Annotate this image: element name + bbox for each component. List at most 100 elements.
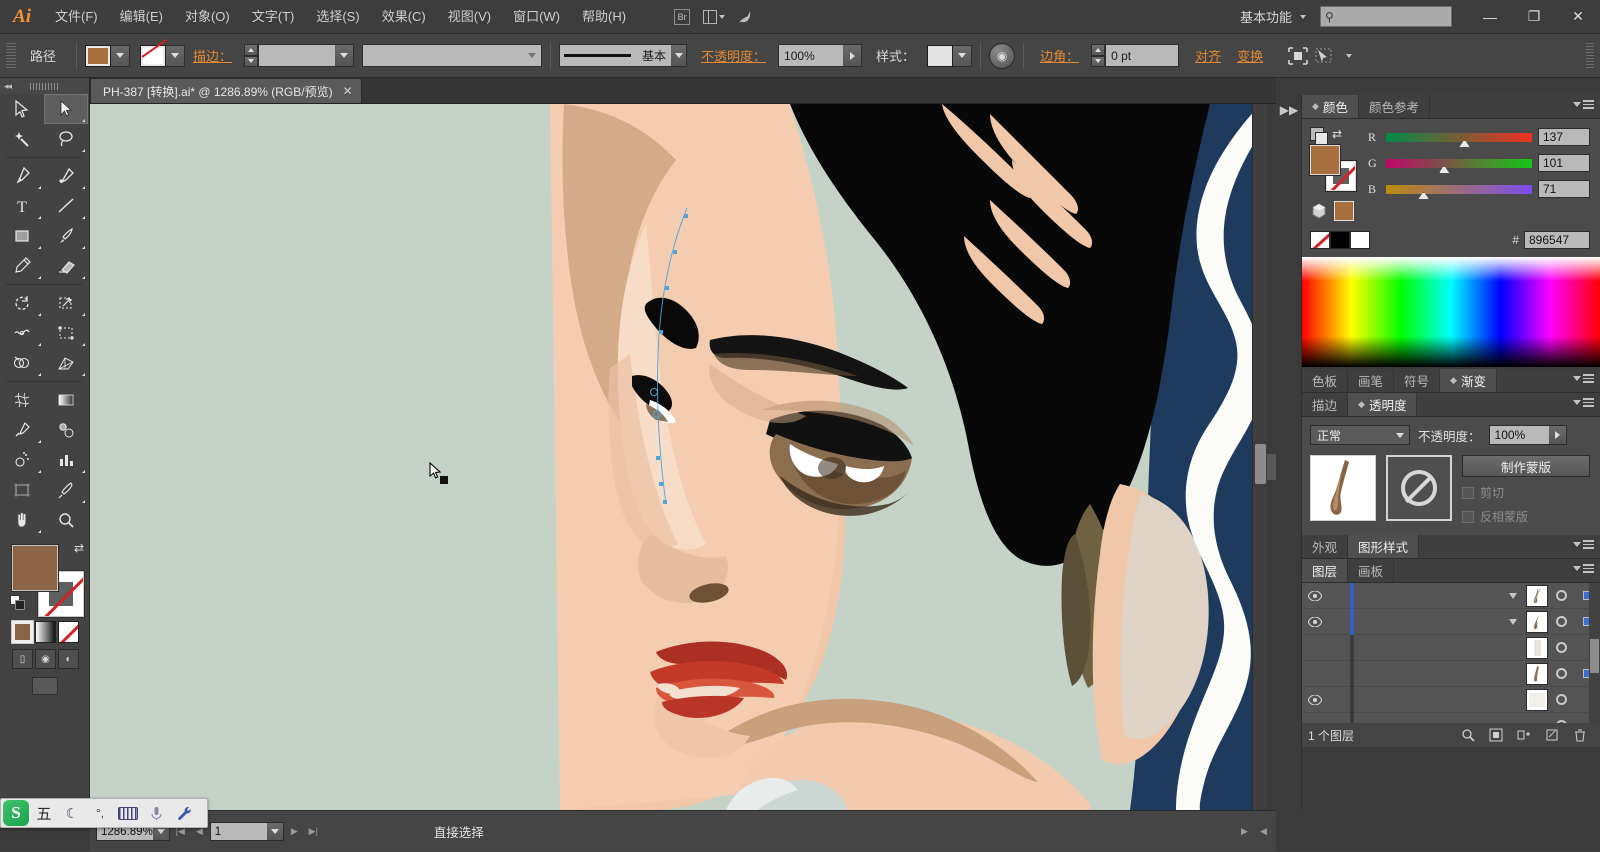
locate-object-icon[interactable]	[1454, 724, 1482, 746]
tab-graphic-styles[interactable]: 图形样式	[1348, 535, 1420, 558]
curvature-tool[interactable]	[44, 161, 88, 191]
tab-appearance[interactable]: 外观	[1302, 535, 1349, 558]
stepper-down[interactable]	[244, 55, 259, 67]
collapsed-panel-handle[interactable]	[1267, 454, 1276, 480]
search-input[interactable]: ⚲	[1320, 6, 1452, 27]
draw-mode-chevron-down-icon[interactable]	[1337, 46, 1359, 66]
gradient-button[interactable]	[35, 621, 57, 643]
stroke-dropdown-button[interactable]	[166, 44, 186, 67]
toolbox-icon[interactable]	[171, 800, 197, 826]
chevron-down-icon[interactable]	[335, 45, 354, 66]
panel-menu-icon[interactable]	[1573, 100, 1594, 109]
opacity-input[interactable]: 100%	[1488, 425, 1567, 445]
target-circle-icon[interactable]	[1548, 590, 1574, 601]
hand-tool[interactable]	[0, 505, 44, 535]
line-segment-tool[interactable]	[44, 191, 88, 221]
color-panel-fill-swatch[interactable]	[1309, 144, 1341, 176]
slider-r[interactable]: R 137	[1368, 127, 1590, 148]
tab-color[interactable]: ◆ 颜色	[1302, 95, 1359, 118]
chevron-down-icon[interactable]	[266, 823, 283, 840]
black-swatch[interactable]	[1330, 231, 1350, 249]
panel-menu-icon[interactable]	[1573, 540, 1594, 549]
layer-thumbnail[interactable]	[1526, 584, 1548, 607]
white-swatch[interactable]	[1350, 231, 1370, 249]
opacity-field[interactable]: 100%	[778, 44, 863, 67]
scrollbar-thumb[interactable]	[1590, 639, 1599, 673]
b-value[interactable]: 71	[1538, 180, 1590, 198]
make-mask-button[interactable]: 制作蒙版	[1462, 455, 1590, 477]
g-value[interactable]: 101	[1538, 154, 1590, 172]
target-circle-icon[interactable]	[1548, 668, 1574, 679]
graphic-style-dropdown[interactable]	[953, 44, 973, 67]
swap-fill-stroke-icon[interactable]: ⇄	[74, 541, 84, 555]
corner-label[interactable]: 边角：	[1040, 46, 1079, 65]
isolate-selected-object-icon[interactable]: ◉	[989, 42, 1016, 69]
menu-file[interactable]: 文件(F)	[44, 0, 109, 34]
expand-panels-icon[interactable]: ▶▶	[1276, 95, 1302, 125]
g-knob[interactable]	[1438, 165, 1450, 174]
table-row[interactable]	[1302, 608, 1600, 635]
tab-symbols[interactable]: 符号	[1394, 369, 1441, 392]
layer-thumbnail[interactable]	[1526, 636, 1548, 659]
paintbrush-tool[interactable]	[44, 221, 88, 251]
table-row[interactable]	[1302, 686, 1600, 713]
ime-mode-label[interactable]: 五	[31, 800, 57, 826]
stroke-color-control[interactable]	[140, 44, 186, 67]
panel-menu-icon[interactable]	[1573, 398, 1594, 407]
status-text[interactable]: 直接选择	[434, 822, 484, 841]
pen-tool[interactable]	[0, 161, 44, 191]
column-graph-tool[interactable]	[44, 445, 88, 475]
target-circle-icon[interactable]	[1548, 720, 1574, 723]
visibility-eye-icon[interactable]	[1302, 616, 1328, 627]
create-new-sublayer-icon[interactable]	[1510, 724, 1538, 746]
workspace-switcher[interactable]: 基本功能	[1234, 7, 1312, 26]
full-screen-menu-mode-icon[interactable]: ◉	[35, 649, 56, 669]
rectangle-tool[interactable]	[0, 221, 44, 251]
slider-b[interactable]: B 71	[1368, 179, 1590, 200]
align-label[interactable]: 对齐	[1195, 46, 1221, 65]
layer-thumbnail[interactable]	[1526, 610, 1548, 633]
b-knob[interactable]	[1418, 191, 1430, 200]
menu-effect[interactable]: 效果(C)	[371, 0, 437, 34]
expand-triangle-icon[interactable]	[1500, 618, 1526, 625]
fill-color-swatch[interactable]	[11, 544, 59, 592]
last-artboard-button[interactable]: ▶|	[305, 822, 322, 841]
color-cube-icon[interactable]	[1310, 202, 1328, 220]
transparency-mask-thumbnail[interactable]	[1386, 455, 1452, 521]
none-button[interactable]	[58, 621, 79, 643]
sogou-logo-icon[interactable]: S	[3, 800, 29, 826]
rotate-tool[interactable]	[0, 288, 44, 318]
target-circle-icon[interactable]	[1548, 694, 1574, 705]
vector-portrait-artwork[interactable]	[90, 104, 1276, 810]
shape-builder-tool[interactable]	[0, 348, 44, 378]
scale-tool[interactable]	[44, 288, 88, 318]
menu-type[interactable]: 文字(T)	[241, 0, 306, 34]
canvas-vertical-scrollbar[interactable]	[1252, 104, 1267, 810]
delete-selection-icon[interactable]	[1566, 724, 1594, 746]
hex-input[interactable]: 896547	[1524, 231, 1590, 249]
selection-tool[interactable]	[0, 94, 44, 124]
artboard-number-field[interactable]: 1	[209, 822, 284, 841]
stepper-down[interactable]	[1091, 55, 1106, 67]
invert-mask-checkbox-row[interactable]: 反相蒙版	[1462, 508, 1590, 525]
control-bar-overflow-grip[interactable]	[1586, 42, 1594, 69]
r-value[interactable]: 137	[1538, 128, 1590, 146]
layer-thumbnail[interactable]	[1526, 715, 1548, 724]
menu-edit[interactable]: 编辑(E)	[109, 0, 174, 34]
stepper-up[interactable]	[244, 44, 259, 56]
zoom-tool[interactable]	[44, 505, 88, 535]
menu-view[interactable]: 视图(V)	[437, 0, 502, 34]
close-button[interactable]: ✕	[1556, 0, 1600, 34]
stroke-weight-stepper[interactable]	[244, 44, 259, 67]
tools-panel-grip[interactable]	[29, 82, 60, 90]
free-transform-tool[interactable]	[44, 318, 88, 348]
mesh-tool[interactable]	[0, 385, 44, 415]
fill-color-control[interactable]	[85, 44, 131, 67]
panel-menu-icon[interactable]	[1573, 374, 1594, 383]
stepper-up[interactable]	[1091, 44, 1106, 56]
menu-select[interactable]: 选择(S)	[305, 0, 370, 34]
color-button[interactable]	[12, 621, 34, 643]
symbol-sprayer-tool[interactable]	[0, 445, 44, 475]
status-next-icon[interactable]: ▶	[1236, 822, 1253, 841]
pencil-tool[interactable]	[0, 251, 44, 281]
